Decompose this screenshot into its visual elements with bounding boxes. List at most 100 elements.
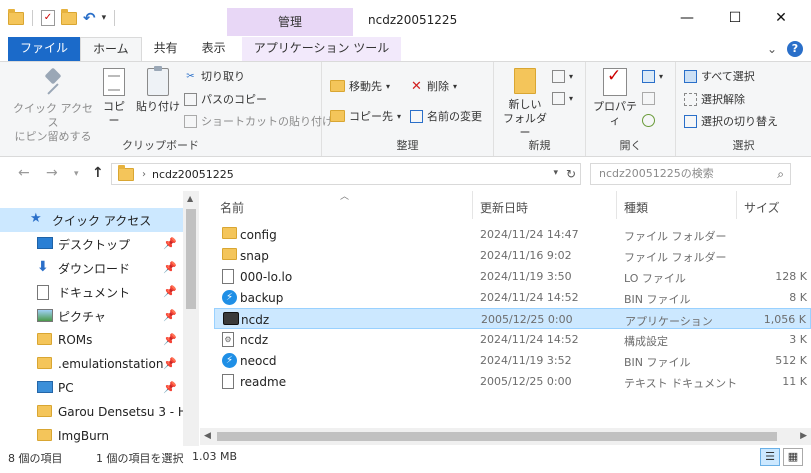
back-arrow-icon[interactable]: ← [18,165,30,181]
copy-button[interactable]: コピー [98,68,130,128]
nav-item-quick-access[interactable]: ★ クイック アクセス [0,208,183,232]
file-size: 11 K [782,375,807,388]
desktop-icon [37,237,53,249]
pin-icon[interactable]: 📌 [163,285,177,298]
refresh-icon[interactable]: ↻ [566,167,576,181]
search-input[interactable]: ncdz20051225の検索 ⌕ [590,163,791,185]
column-size[interactable]: サイズ [744,199,780,216]
scroll-left-icon[interactable]: ◀ [204,431,211,441]
paste-shortcut-button[interactable]: ショートカットの貼り付け [184,113,333,129]
details-view-icon[interactable]: ☰ [760,448,780,466]
delete-button[interactable]: ✕ 削除 ▾ [410,78,457,94]
nav-item-emulationstation[interactable]: .emulationstation 📌 [0,352,183,376]
scrollbar-thumb[interactable] [217,432,777,441]
address-bar[interactable]: › ncdz20051225 ▾ ↻ [111,163,581,185]
new-item-button[interactable]: ▾ [552,70,573,83]
column-divider[interactable] [472,191,473,219]
pin-icon[interactable]: 📌 [163,333,177,346]
copy-path-button[interactable]: パスのコピー [184,91,267,107]
tab-application-tools[interactable]: アプリケーション ツール [241,37,402,61]
move-to-button[interactable]: 移動先 ▾ [330,78,390,94]
file-row[interactable]: 000-lo.lo 2024/11/19 3:50 LO ファイル 128 K [214,266,811,287]
large-icons-view-icon[interactable]: ▦ [783,448,803,466]
file-row[interactable]: readme 2005/12/25 0:00 テキスト ドキュメント 11 K [214,371,811,392]
open-button[interactable]: ▾ [642,70,663,83]
rename-label: 名前の変更 [427,110,482,123]
pin-to-quick-access-button[interactable]: クイック アクセス にピン留めする [12,68,94,144]
scroll-right-icon[interactable]: ▶ [800,431,807,441]
select-none-button[interactable]: 選択解除 [684,91,745,107]
file-row[interactable]: config 2024/11/24 14:47 ファイル フォルダー [214,224,811,245]
file-list-horizontal-scrollbar[interactable]: ◀ ▶ [200,428,811,445]
column-divider[interactable] [616,191,617,219]
recent-locations-icon[interactable]: ▾ [74,169,79,179]
properties-icon[interactable]: ✓ [41,10,55,26]
nav-item-imgburn[interactable]: ImgBurn [0,424,183,448]
pin-icon[interactable]: 📌 [163,261,177,274]
help-icon[interactable]: ? [787,41,803,57]
file-row-selected[interactable]: ncdz 2005/12/25 0:00 アプリケーション 1,056 K [214,308,811,329]
history-button[interactable] [642,114,655,127]
column-divider[interactable] [736,191,737,219]
pin-icon[interactable]: 📌 [163,309,177,322]
file-row[interactable]: ⚙ ncdz 2024/11/24 14:52 構成設定 3 K [214,329,811,350]
file-modified: 2024/11/19 3:50 [480,270,572,283]
nav-item-garou-densetsu[interactable]: Garou Densetsu 3 - Har [0,400,183,424]
copy-to-button[interactable]: コピー先 ▾ [330,108,401,124]
properties-label: プロパティ [593,100,637,127]
expand-ribbon-icon[interactable]: ⌄ [767,42,777,56]
new-folder-icon[interactable] [61,8,77,25]
nav-item-pictures[interactable]: ピクチャ 📌 [0,304,183,328]
quick-access-toolbar: ✓ ↶ ▾ [8,8,117,27]
pin-icon[interactable]: 📌 [163,381,177,394]
customize-toolbar-icon[interactable]: ▾ [102,13,107,23]
tab-home[interactable]: ホーム [80,37,142,61]
chevron-down-icon[interactable]: ▾ [553,168,558,178]
scrollbar-thumb[interactable] [186,209,196,309]
undo-icon[interactable]: ↶ [83,9,96,27]
edit-button[interactable] [642,92,655,105]
tab-view[interactable]: 表示 [190,37,238,61]
column-name[interactable]: 名前 [220,199,244,216]
cut-button[interactable]: ✂ 切り取り [184,68,245,84]
tab-share[interactable]: 共有 [142,37,190,61]
nav-item-label: Garou Densetsu 3 - Har [58,405,183,419]
maximize-button[interactable]: ☐ [720,6,750,30]
scroll-up-icon[interactable]: ▲ [187,194,193,203]
nav-item-desktop[interactable]: デスクトップ 📌 [0,232,183,256]
pin-icon[interactable]: 📌 [163,237,177,250]
minimize-button[interactable]: — [672,6,702,30]
nav-pane-scrollbar[interactable]: ▲ [183,191,199,446]
close-button[interactable]: ✕ [766,6,796,30]
copy-path-icon [184,92,197,106]
properties-button[interactable]: プロパティ [592,68,638,128]
nav-item-label: ダウンロード [58,261,131,276]
file-row[interactable]: snap 2024/11/16 9:02 ファイル フォルダー [214,245,811,266]
select-all-button[interactable]: すべて選択 [684,68,755,84]
easy-access-button[interactable]: ▾ [552,92,573,105]
column-type[interactable]: 種類 [624,199,648,216]
nav-item-documents[interactable]: ドキュメント 📌 [0,280,183,304]
file-row[interactable]: ⚡ neocd 2024/11/19 3:52 BIN ファイル 512 K [214,350,811,371]
invert-selection-button[interactable]: 選択の切り替え [684,113,778,129]
up-arrow-icon[interactable]: ↑ [92,165,104,181]
file-row[interactable]: ⚡ backup 2024/11/24 14:52 BIN ファイル 8 K [214,287,811,308]
tab-file[interactable]: ファイル [8,37,81,61]
nav-item-downloads[interactable]: ⬇ ダウンロード 📌 [0,256,183,280]
file-name: snap [240,249,269,263]
column-modified[interactable]: 更新日時 [480,199,528,216]
breadcrumb[interactable]: ncdz20051225 [152,168,234,181]
rename-button[interactable]: 名前の変更 [410,108,482,124]
copy-to-icon [330,110,345,122]
paste-button[interactable]: 貼り付け [136,66,180,114]
chevron-right-icon[interactable]: › [142,169,146,180]
nav-item-roms[interactable]: ROMs 📌 [0,328,183,352]
file-size: 512 K [775,354,807,367]
file-name: neocd [240,354,277,368]
move-to-icon [330,80,345,92]
config-file-icon: ⚙ [222,332,234,347]
pin-icon[interactable]: 📌 [163,357,177,370]
nav-item-pc[interactable]: PC 📌 [0,376,183,400]
new-folder-button[interactable]: 新しい フォルダー [500,68,550,140]
forward-arrow-icon[interactable]: → [46,165,58,181]
